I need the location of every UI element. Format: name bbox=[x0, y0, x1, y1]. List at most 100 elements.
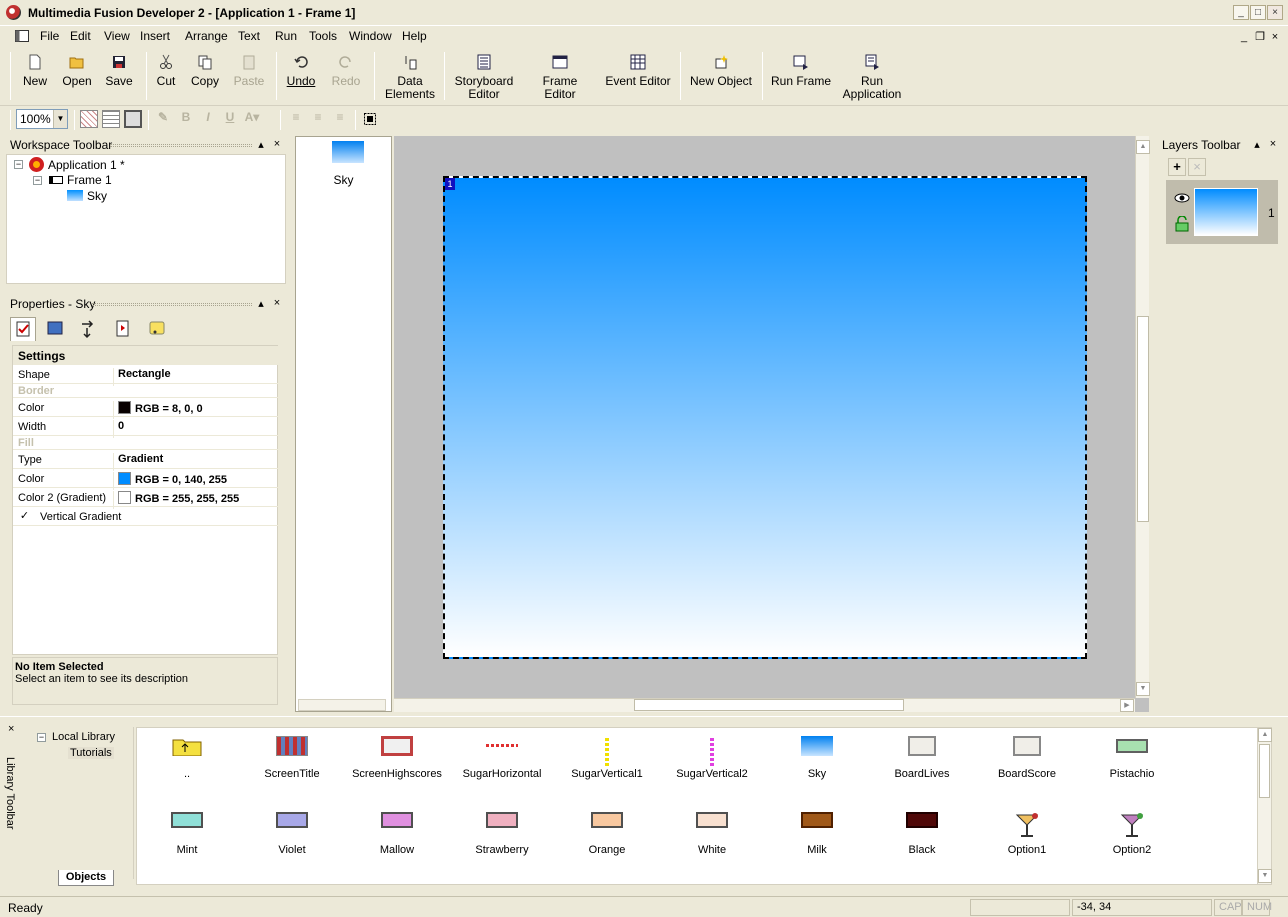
menu-text[interactable]: Text bbox=[238, 29, 260, 43]
menu-view[interactable]: View bbox=[104, 29, 130, 43]
library-item-black[interactable]: Black bbox=[872, 812, 972, 856]
horizontal-scroll-thumb[interactable] bbox=[634, 699, 904, 711]
property-border-width[interactable]: Width 0 bbox=[13, 417, 279, 438]
maximize-button[interactable]: □ bbox=[1250, 5, 1266, 20]
menu-window[interactable]: Window bbox=[349, 29, 392, 43]
tab-size-position[interactable] bbox=[76, 317, 102, 341]
library-node-tutorials[interactable]: Tutorials bbox=[68, 747, 114, 759]
underline-button[interactable]: U bbox=[222, 110, 238, 124]
lock-icon[interactable] bbox=[1175, 216, 1189, 232]
property-fill-color-2[interactable]: Color 2 (Gradient) RGB = 255, 255, 255 bbox=[13, 488, 279, 509]
menu-run[interactable]: Run bbox=[275, 29, 297, 43]
menu-file[interactable]: File bbox=[40, 29, 59, 43]
library-node-local[interactable]: Local Library bbox=[52, 731, 115, 743]
object-list-scrollbar[interactable] bbox=[298, 699, 386, 711]
property-shape[interactable]: Shape Rectangle bbox=[13, 365, 279, 386]
menu-edit[interactable]: Edit bbox=[70, 29, 91, 43]
font-icon[interactable]: ✎ bbox=[155, 110, 171, 124]
close-button[interactable]: × bbox=[1267, 5, 1283, 20]
frame-canvas[interactable]: 1 bbox=[443, 176, 1087, 659]
fit-frame-icon[interactable] bbox=[362, 111, 378, 127]
library-item-violet[interactable]: Violet bbox=[242, 812, 342, 856]
bold-button[interactable]: B bbox=[178, 110, 194, 124]
menu-arrange[interactable]: Arrange bbox=[185, 29, 228, 43]
library-item-parent[interactable]: .. bbox=[137, 736, 237, 780]
property-fill-color[interactable]: Color RGB = 0, 140, 255 bbox=[13, 469, 279, 490]
library-scroll-thumb[interactable] bbox=[1259, 744, 1270, 798]
tab-runtime-options[interactable] bbox=[110, 317, 136, 341]
library-item-pistachio[interactable]: Pistachio bbox=[1082, 736, 1182, 780]
property-fill-type[interactable]: Type Gradient bbox=[13, 450, 279, 471]
cut-button[interactable]: Cut bbox=[152, 52, 180, 88]
tab-display[interactable] bbox=[42, 317, 68, 341]
text-color-button[interactable]: A▾ bbox=[244, 110, 260, 124]
delete-layer-button[interactable]: × bbox=[1188, 158, 1206, 176]
library-item-sugarvertical2[interactable]: SugarVertical2 bbox=[662, 736, 762, 780]
panel-close-icon[interactable]: × bbox=[272, 297, 282, 309]
open-button[interactable]: Open bbox=[60, 52, 94, 88]
new-object-button[interactable]: New Object bbox=[688, 52, 754, 88]
library-item-sky[interactable]: Sky bbox=[767, 736, 867, 780]
save-button[interactable]: Save bbox=[104, 52, 134, 88]
layer-row[interactable] bbox=[1166, 180, 1278, 244]
library-item-mallow[interactable]: Mallow bbox=[347, 812, 447, 856]
scroll-up-icon[interactable]: ▲ bbox=[1258, 728, 1272, 742]
scroll-down-icon[interactable]: ▼ bbox=[1258, 869, 1272, 883]
vertical-gradient-checkbox[interactable]: ✓ bbox=[19, 511, 30, 522]
library-item-milk[interactable]: Milk bbox=[767, 812, 867, 856]
undo-button[interactable]: Undo bbox=[284, 52, 318, 88]
menu-insert[interactable]: Insert bbox=[140, 29, 170, 43]
library-vertical-scrollbar[interactable]: ▲ ▼ bbox=[1257, 728, 1272, 884]
grid-setup-button[interactable] bbox=[124, 110, 142, 128]
event-editor-button[interactable]: Event Editor bbox=[604, 52, 672, 88]
run-frame-button[interactable]: Run Frame bbox=[770, 52, 832, 88]
library-item-option2[interactable]: Option2 bbox=[1082, 812, 1182, 856]
scroll-up-icon[interactable]: ▲ bbox=[1136, 140, 1150, 154]
panel-pin-icon[interactable]: ▴ bbox=[1252, 138, 1262, 151]
property-vertical-gradient[interactable]: ✓ Vertical Gradient bbox=[13, 507, 279, 526]
vertical-scroll-thumb[interactable] bbox=[1137, 316, 1149, 522]
tree-node-application[interactable]: Application 1 * bbox=[29, 157, 125, 172]
frame-vertical-scrollbar[interactable]: ▲ ▼ bbox=[1135, 136, 1150, 698]
add-layer-button[interactable]: + bbox=[1168, 158, 1186, 176]
copy-button[interactable]: Copy bbox=[188, 52, 222, 88]
tree-collapse-icon[interactable]: − bbox=[33, 176, 42, 185]
align-center-icon[interactable]: ≡ bbox=[310, 110, 326, 124]
tree-node-frame[interactable]: Frame 1 bbox=[49, 173, 112, 187]
library-item-screentitle[interactable]: ScreenTitle bbox=[242, 736, 342, 780]
eye-icon[interactable] bbox=[1174, 192, 1190, 204]
redo-button[interactable]: Redo bbox=[328, 52, 364, 88]
mdi-minimize-button[interactable]: _ bbox=[1237, 31, 1251, 45]
tree-node-sky[interactable]: Sky bbox=[67, 189, 107, 203]
menu-tools[interactable]: Tools bbox=[309, 29, 337, 43]
scroll-right-icon[interactable]: ▶ bbox=[1120, 699, 1134, 712]
panel-pin-icon[interactable]: ▴ bbox=[256, 297, 266, 310]
mdi-restore-button[interactable]: ❐ bbox=[1253, 31, 1267, 45]
data-elements-button[interactable]: Data Elements bbox=[384, 52, 436, 101]
panel-pin-icon[interactable]: ▴ bbox=[256, 138, 266, 151]
italic-button[interactable]: I bbox=[200, 110, 216, 124]
sky-object-icon[interactable] bbox=[332, 141, 364, 163]
tree-collapse-icon[interactable]: − bbox=[37, 733, 46, 742]
property-border-color[interactable]: Color RGB = 8, 0, 0 bbox=[13, 398, 279, 419]
tab-settings[interactable] bbox=[10, 317, 36, 341]
library-item-option1[interactable]: Option1 bbox=[977, 812, 1077, 856]
tab-about[interactable] bbox=[144, 317, 170, 341]
align-left-icon[interactable]: ≡ bbox=[288, 110, 304, 124]
storyboard-editor-button[interactable]: Storyboard Editor bbox=[452, 52, 516, 101]
library-item-boardscore[interactable]: BoardScore bbox=[977, 736, 1077, 780]
paste-button[interactable]: Paste bbox=[230, 52, 268, 88]
library-item-sugarhorizontal[interactable]: SugarHorizontal bbox=[452, 736, 552, 780]
new-button[interactable]: New bbox=[20, 52, 50, 88]
panel-close-icon[interactable]: × bbox=[272, 138, 282, 150]
panel-close-icon[interactable]: × bbox=[8, 723, 14, 735]
show-grid-button[interactable] bbox=[80, 110, 98, 128]
library-item-screenhighscores[interactable]: ScreenHighscores bbox=[347, 736, 447, 780]
mdi-close-button[interactable]: × bbox=[1268, 31, 1282, 45]
object-list-item-sky[interactable]: Sky bbox=[296, 173, 391, 187]
zoom-select[interactable]: 100% ▼ bbox=[16, 109, 68, 129]
library-item-boardlives[interactable]: BoardLives bbox=[872, 736, 972, 780]
library-item-mint[interactable]: Mint bbox=[137, 812, 237, 856]
panel-close-icon[interactable]: × bbox=[1268, 138, 1278, 150]
align-right-icon[interactable]: ≡ bbox=[332, 110, 348, 124]
